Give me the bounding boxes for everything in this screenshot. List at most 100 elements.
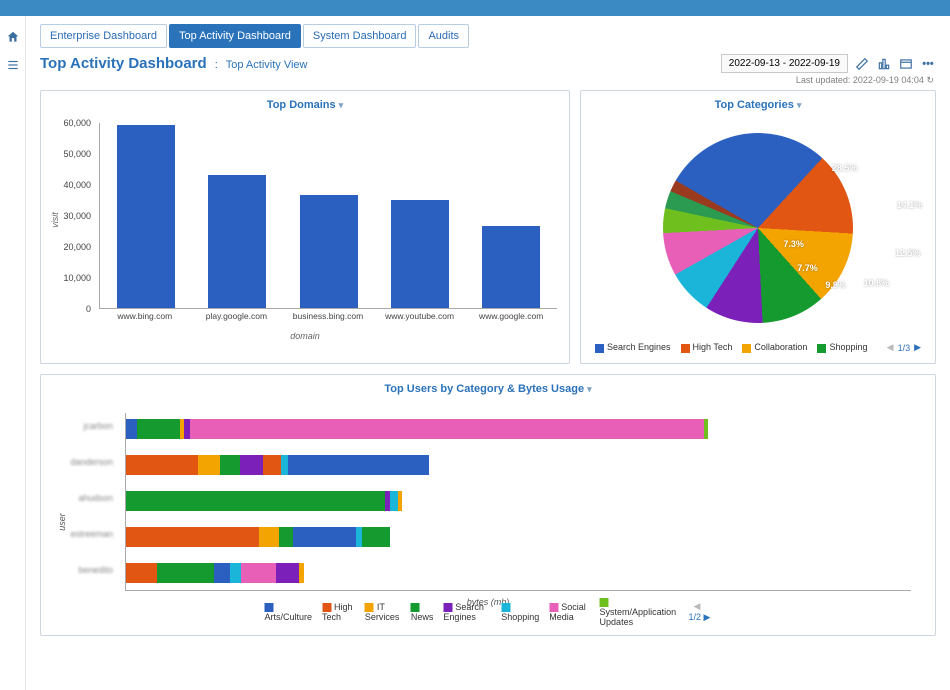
chart-icon[interactable]	[876, 56, 892, 72]
users-legend: Arts/Culture High Tech IT Services News Sear…	[265, 597, 712, 627]
pie-chart	[663, 133, 853, 323]
top-categories-chart: 28.5%14.1%12.5%10.8%9.9%7.7%7.3% Search …	[581, 115, 935, 363]
edit-icon[interactable]	[854, 56, 870, 72]
refresh-icon[interactable]: ↻	[926, 75, 934, 85]
main-area: Enterprise Dashboard Top Activity Dashbo…	[26, 16, 950, 690]
legend-item[interactable]: System/Application Updates	[600, 597, 679, 627]
pager-prev-icon[interactable]: ◀	[693, 601, 700, 611]
home-icon[interactable]	[6, 30, 20, 44]
bar-segment	[126, 455, 198, 475]
bar-segment	[263, 455, 281, 475]
pager-prev-icon[interactable]: ◀	[887, 342, 894, 353]
x-tick-label: play.google.com	[206, 311, 267, 321]
pager-text: 1/2	[688, 612, 701, 622]
date-range-picker[interactable]: 2022-09-13 - 2022-09-19	[721, 54, 848, 73]
pie-legend: Search Engines High Tech Collaboration Shop…	[595, 342, 868, 352]
panel-title-categories[interactable]: Top Categories▾	[581, 91, 935, 115]
bar-segment	[293, 527, 356, 547]
list-icon[interactable]	[6, 58, 20, 72]
bar-segment	[288, 455, 429, 475]
bar	[208, 175, 266, 308]
side-rail	[0, 16, 26, 690]
user-label: ahudson	[41, 493, 119, 503]
page-subtitle: Top Activity View	[226, 59, 308, 71]
bar-segment	[126, 527, 259, 547]
legend-item[interactable]: Social Media	[549, 602, 589, 622]
top-users-chart: user jcarbondandersonahudsonestreemanben…	[41, 399, 935, 635]
y-tick: 40,000	[63, 180, 91, 190]
tab-top-activity[interactable]: Top Activity Dashboard	[169, 24, 301, 48]
bar-segment	[259, 527, 279, 547]
y-tick: 20,000	[63, 242, 91, 252]
y-tick: 30,000	[63, 211, 91, 221]
user-label: estreeman	[41, 529, 119, 539]
pie-slice-label: 9.9%	[825, 280, 846, 290]
panel-top-categories: Top Categories▾ 28.5% 14.1% 12.5% 10.8% 9.9%…	[580, 90, 936, 364]
bar-segment	[398, 491, 403, 511]
legend-item[interactable]: Arts/Culture	[265, 602, 313, 622]
refresh-panel-icon[interactable]	[898, 56, 914, 72]
bar-segment	[126, 563, 157, 583]
chevron-down-icon: ▾	[797, 100, 802, 110]
x-axis-label: domain	[290, 331, 320, 341]
bar-segment	[241, 563, 276, 583]
bar	[482, 226, 540, 308]
legend-item[interactable]: Search Engines	[595, 342, 671, 352]
legend-item[interactable]: Shopping	[817, 342, 867, 352]
chevron-down-icon: ▾	[339, 100, 344, 110]
legend-item[interactable]: High Tech	[681, 342, 733, 352]
bar-segment	[240, 455, 264, 475]
bar-segment	[220, 455, 240, 475]
bar-segment	[362, 527, 389, 547]
bar-segment	[299, 563, 304, 583]
last-updated: Last updated: 2022-09-19 04:04 ↻	[26, 75, 934, 86]
x-tick-label: www.youtube.com	[385, 311, 454, 321]
legend-item[interactable]: News	[411, 602, 434, 622]
pie-slice-label: 12.5%	[895, 248, 921, 258]
tab-bar: Enterprise Dashboard Top Activity Dashbo…	[40, 24, 950, 48]
bar-segment	[126, 419, 137, 439]
pie-slice-label: 7.7%	[797, 263, 818, 273]
pie-slice-label: 14.1%	[897, 200, 923, 210]
panel-top-domains: Top Domains▾ visit 010,00020,00030,00040…	[40, 90, 570, 364]
toolbar: 2022-09-13 - 2022-09-19 •••	[721, 54, 936, 73]
bar-segment	[190, 419, 704, 439]
pie-slice-label: 28.5%	[832, 163, 858, 173]
bar-segment	[276, 563, 300, 583]
stacked-bar-row	[126, 455, 911, 475]
panel-title-domains[interactable]: Top Domains▾	[41, 91, 569, 115]
x-tick-label: www.google.com	[479, 311, 543, 321]
bar-segment	[137, 419, 180, 439]
pager-next-icon[interactable]: ▶	[914, 342, 921, 353]
tab-audits[interactable]: Audits	[418, 24, 469, 48]
user-label: benedito	[41, 565, 119, 575]
panel-title-users[interactable]: Top Users by Category & Bytes Usage▾	[41, 375, 935, 399]
user-label: jcarbon	[41, 421, 119, 431]
stacked-bar-row	[126, 491, 911, 511]
legend-item[interactable]: Shopping	[501, 602, 539, 622]
stacked-bar-row	[126, 563, 911, 583]
pager-text: 1/3	[898, 343, 911, 353]
stacked-bar-row	[126, 527, 911, 547]
bar	[300, 195, 358, 308]
y-tick: 10,000	[63, 273, 91, 283]
legend-item[interactable]: High Tech	[322, 602, 355, 622]
x-tick-label: www.bing.com	[117, 311, 172, 321]
tab-enterprise[interactable]: Enterprise Dashboard	[40, 24, 167, 48]
bar-segment	[198, 455, 220, 475]
x-tick-label: business.bing.com	[293, 311, 363, 321]
tab-system[interactable]: System Dashboard	[303, 24, 417, 48]
panel-top-users: Top Users by Category & Bytes Usage▾ use…	[40, 374, 936, 636]
bar-segment	[126, 491, 385, 511]
title-separator: :	[215, 59, 218, 71]
app-topbar	[0, 0, 950, 16]
pager-next-icon[interactable]: ▶	[703, 612, 710, 622]
legend-pager: ◀ 1/3 ▶	[887, 342, 921, 353]
legend-item[interactable]: Search Engines	[443, 602, 491, 622]
pie-slice-label: 10.8%	[864, 278, 890, 288]
legend-item[interactable]: IT Services	[365, 602, 401, 622]
bar-segment	[230, 563, 241, 583]
bar	[117, 125, 175, 308]
more-icon[interactable]: •••	[920, 56, 936, 72]
legend-item[interactable]: Collaboration	[742, 342, 807, 352]
